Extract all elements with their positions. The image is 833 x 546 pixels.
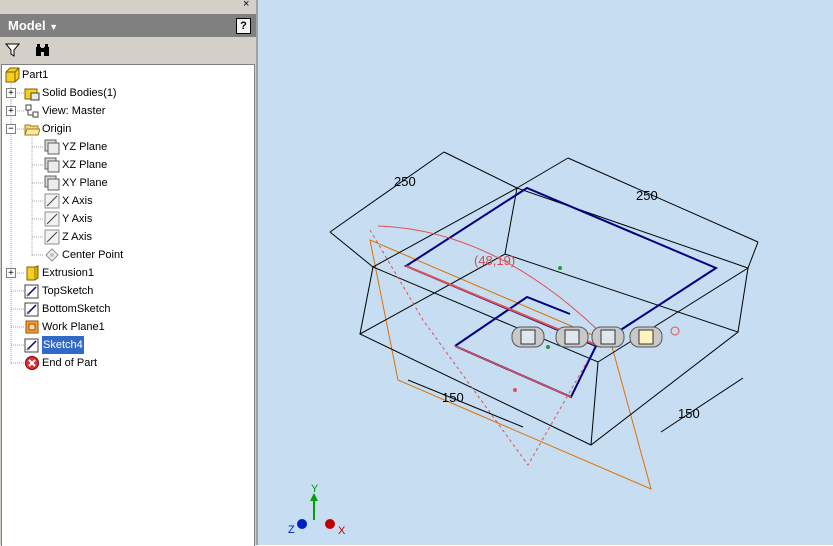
work-plane[interactable] — [369, 239, 652, 490]
tree-item-label: Center Point — [62, 249, 124, 261]
tree-item-label: BottomSketch — [42, 303, 111, 315]
highlighted-bottom-edge[interactable] — [454, 345, 572, 398]
tree-item-label: XZ Plane — [62, 159, 108, 171]
model-canvas[interactable]: 250 250 150 150 (48,19) Y X Z — [258, 0, 833, 545]
close-panel-button[interactable]: × — [243, 0, 249, 10]
dimension-label-top-left[interactable]: 250 — [394, 174, 416, 189]
browser-toolbar — [0, 38, 256, 62]
collapse-icon[interactable]: − — [6, 124, 16, 134]
dimension-lines — [329, 151, 759, 433]
extrusion-icon — [26, 265, 39, 281]
tree-item-label: Sketch4 — [42, 336, 84, 354]
model-tree: Part1 Solid Bodies(1) + View: Master + Origi… — [1, 64, 255, 546]
panel-header[interactable]: Model ▼ — [0, 14, 256, 37]
graphics-viewport[interactable]: 250 250 150 150 (48,19) Y X Z — [258, 0, 833, 545]
extrude-icon — [520, 329, 536, 345]
panel-title[interactable]: Model ▼ — [8, 18, 58, 33]
binoculars-icon[interactable] — [34, 41, 52, 59]
tree-item-label: TopSketch — [42, 285, 94, 297]
view-rep-icon — [25, 104, 39, 118]
sketch-icon — [24, 302, 39, 317]
tree-item-label: YZ Plane — [62, 141, 108, 153]
dimension-label-bottom-right[interactable]: 150 — [678, 406, 700, 421]
dimension-arc — [377, 225, 609, 341]
dimension-label-bottom-left[interactable]: 150 — [442, 390, 464, 405]
plane-icon — [44, 175, 60, 191]
chevron-down-icon: ▼ — [49, 22, 59, 32]
coordinate-triad: Y X Z — [288, 483, 346, 537]
work-plane-icon — [25, 320, 39, 334]
sketch-edit-icon — [638, 329, 654, 345]
expand-icon[interactable]: + — [6, 268, 16, 278]
tree-item-label: Work Plane1 — [42, 321, 105, 333]
triad-z-label: Z — [288, 524, 295, 536]
model-browser-panel: × Model ▼ ? Part1 Solid Bodies(1) + View… — [0, 0, 258, 546]
part-icon — [5, 67, 20, 83]
slice-icon — [564, 329, 580, 345]
plane-icon — [44, 157, 60, 173]
axis-icon — [44, 229, 60, 245]
top-sketch-profile[interactable] — [403, 186, 719, 399]
folder-open-icon — [24, 124, 40, 136]
midpoint-marker — [546, 345, 550, 349]
solid-bodies-icon — [24, 88, 40, 101]
sketch-point[interactable] — [513, 388, 517, 392]
end-of-part-icon — [25, 356, 39, 370]
tree-item-label: Extrusion1 — [42, 267, 94, 279]
filter-icon[interactable] — [4, 41, 22, 59]
look-at-icon — [600, 329, 616, 345]
center-point-icon — [45, 248, 59, 262]
center-point-marker — [558, 266, 562, 270]
coordinate-readout: (48,19) — [474, 253, 515, 268]
plane-icon — [44, 139, 60, 155]
sketch-icon — [24, 338, 39, 353]
expand-icon[interactable]: + — [6, 88, 16, 98]
tree-item-label: XY Plane — [62, 177, 108, 189]
triad-y-label: Y — [311, 483, 319, 495]
panel-title-strip: × — [0, 0, 258, 14]
axis-icon — [44, 193, 60, 209]
x-axis-handle[interactable] — [325, 519, 335, 529]
help-button[interactable]: ? — [236, 18, 251, 34]
finish-sketch-icon[interactable] — [670, 326, 680, 336]
tree-item-label: View: Master — [42, 105, 106, 117]
tree-item-label: End of Part — [42, 357, 98, 369]
z-axis-handle[interactable] — [297, 519, 307, 529]
panel-title-label: Model — [8, 18, 46, 33]
sketch-icon — [24, 284, 39, 299]
tree-item-label: Part1 — [22, 69, 49, 81]
axis-icon — [44, 211, 60, 227]
mini-toolbar — [511, 326, 680, 348]
dimension-label-top-right[interactable]: 250 — [636, 188, 658, 203]
triad-x-label: X — [338, 525, 346, 537]
tree-item-label: Solid Bodies(1) — [42, 87, 117, 99]
expand-icon[interactable]: + — [6, 106, 16, 116]
tree-item-label: Z Axis — [62, 231, 92, 243]
tree-item-label: Y Axis — [62, 213, 93, 225]
tree-item-label: X Axis — [62, 195, 93, 207]
tree-item-label: Origin — [42, 123, 72, 135]
